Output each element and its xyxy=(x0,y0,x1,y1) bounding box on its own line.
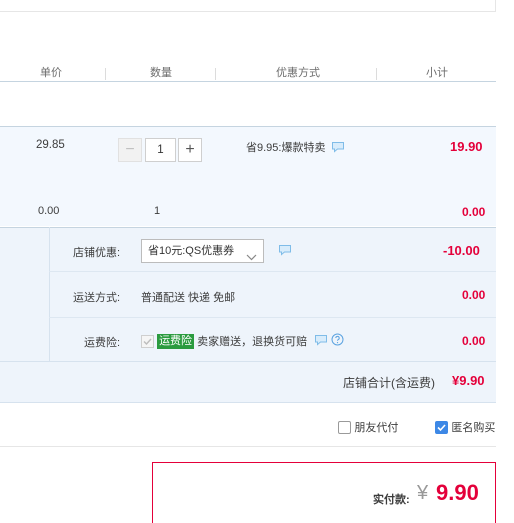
insurance-description: 卖家赠送，退换货可赔 xyxy=(197,336,308,348)
friend-pay-label: 朋友代付 xyxy=(354,422,399,434)
header-quantity: 数量 xyxy=(150,67,172,79)
insurance-badge: 运费险 xyxy=(157,333,195,349)
shop-total-label: 店铺合计(含运费) xyxy=(343,376,435,390)
help-icon[interactable] xyxy=(331,333,344,349)
payment-label: 实付款: xyxy=(373,494,410,506)
header-discount: 优惠方式 xyxy=(276,67,320,79)
coupon-select-value: 省10元:QS优惠券 xyxy=(148,245,235,257)
shipping-label: 运送方式: xyxy=(73,292,121,304)
order-options xyxy=(0,403,496,447)
anonymous-checkbox[interactable] xyxy=(435,420,448,434)
chat-icon[interactable] xyxy=(278,244,292,259)
header-unit-price: 单价 xyxy=(40,67,62,79)
insurance-amount: 0.00 xyxy=(462,334,486,348)
summary-price: 0.00 xyxy=(38,205,60,217)
item-promotion: 省9.95:爆款特卖 xyxy=(246,139,345,156)
chevron-down-icon xyxy=(246,247,257,269)
header-divider xyxy=(215,68,216,80)
summary-subtotal: 0.00 xyxy=(462,205,486,219)
summary-quantity: 1 xyxy=(154,205,161,217)
quantity-stepper: − 1 + xyxy=(118,138,204,162)
section-divider xyxy=(49,227,50,361)
chat-icon[interactable] xyxy=(331,141,345,156)
insurance-checkbox[interactable] xyxy=(141,334,154,348)
anonymous-label: 匿名购买 xyxy=(451,422,496,434)
item-unit-price: 29.85 xyxy=(36,139,65,151)
quantity-decrease-button[interactable]: − xyxy=(118,138,142,162)
friend-pay-checkbox[interactable] xyxy=(338,420,351,434)
previous-section-box xyxy=(0,0,496,12)
payment-currency: ¥ xyxy=(417,482,429,504)
coupon-select[interactable]: 省10元:QS优惠券 xyxy=(141,239,264,263)
header-subtotal: 小计 xyxy=(426,67,448,79)
item-subtotal: 19.90 xyxy=(450,139,483,154)
chat-icon[interactable] xyxy=(314,334,328,349)
friend-pay-option[interactable]: 朋友代付 xyxy=(338,419,398,435)
coupon-label: 店铺优惠: xyxy=(73,247,121,259)
quantity-increase-button[interactable]: + xyxy=(178,138,202,162)
row-divider xyxy=(49,317,496,318)
insurance-label: 运费险: xyxy=(84,337,121,349)
anonymous-option[interactable]: 匿名购买 xyxy=(435,419,495,435)
quantity-input[interactable]: 1 xyxy=(145,138,176,162)
header-divider xyxy=(105,68,106,80)
insurance-option: 运费险 卖家赠送，退换货可赔 xyxy=(141,333,344,349)
shipping-method: 普通配送 快递 免邮 xyxy=(141,292,236,304)
shop-total-value: ¥9.90 xyxy=(452,373,485,388)
header-divider xyxy=(376,68,377,80)
item-promotion-text: 省9.95:爆款特卖 xyxy=(246,142,326,154)
payment-amount: 9.90 xyxy=(436,480,479,505)
coupon-amount: -10.00 xyxy=(443,243,480,258)
table-header: 单价 数量 优惠方式 小计 xyxy=(0,60,496,82)
shipping-amount: 0.00 xyxy=(462,288,486,302)
row-divider xyxy=(49,271,496,272)
